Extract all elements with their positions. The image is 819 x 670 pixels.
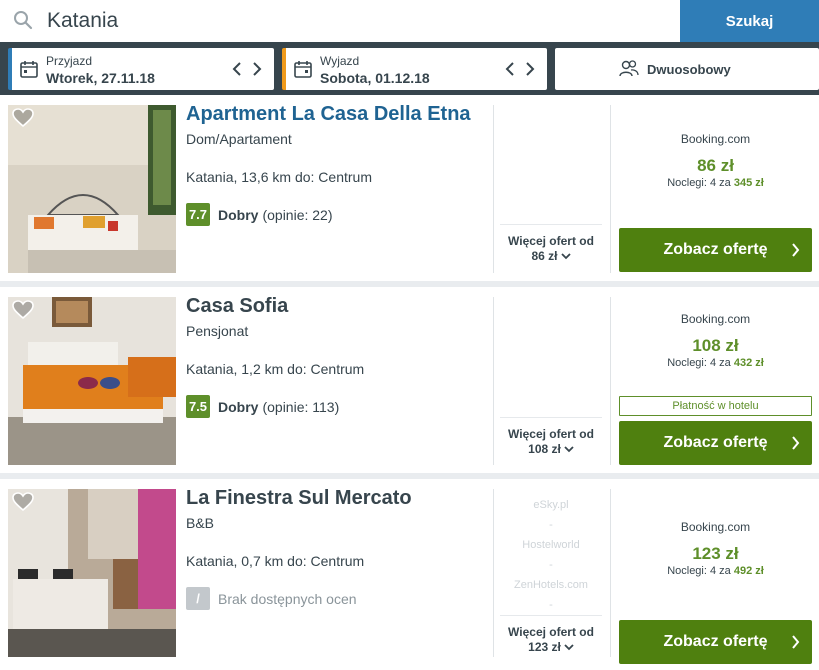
more-offers-price: 123 zł <box>528 640 561 654</box>
nights-total: Noclegi: 4 za 492 zł <box>619 565 812 577</box>
guests-value: Dwuosobowy <box>647 62 731 77</box>
rating-row[interactable]: 7.5 Dobry (opinie: 113) <box>186 395 339 418</box>
more-offers-label: Więcej ofert od <box>508 427 594 441</box>
result-card: La Finestra Sul Mercato B&B Katania, 0,7… <box>0 479 819 670</box>
favorite-heart-icon[interactable] <box>12 300 34 320</box>
more-offers-button[interactable]: Więcej ofert od 108 zł <box>500 417 602 457</box>
hotel-location[interactable]: Katania, 13,6 km do: Centrum <box>186 169 372 185</box>
rating-score-badge: 7.5 <box>186 395 210 418</box>
other-provider[interactable]: eSky.pl <box>500 495 602 515</box>
guests-field[interactable]: Dwuosobowy <box>555 48 819 90</box>
provider-name: Booking.com <box>680 312 751 326</box>
next-date-chevron-icon[interactable] <box>523 61 537 77</box>
checkout-value: Sobota, 01.12.18 <box>320 70 430 86</box>
rating-count: (opinie: 22) <box>262 206 333 223</box>
calendar-icon <box>20 60 38 78</box>
result-card: Casa Sofia Pensjonat Katania, 1,2 km do:… <box>0 287 819 473</box>
divider <box>610 489 611 657</box>
nights-total-price: 432 zł <box>733 357 764 369</box>
chevron-down-icon <box>564 446 574 453</box>
nights-prefix: Noclegi: 4 za <box>667 177 731 189</box>
date-bar: Przyjazd Wtorek, 27.11.18 Wyjazd Sobota,… <box>0 42 819 95</box>
result-card: Apartment La Casa Della Etna Dom/Apartam… <box>0 95 819 281</box>
checkin-label: Przyjazd <box>46 54 93 68</box>
rating-row[interactable]: 7.7 Dobry (opinie: 22) <box>186 203 333 226</box>
view-deal-label: Zobacz ofertę <box>663 241 768 258</box>
hotel-location[interactable]: Katania, 1,2 km do: Centrum <box>186 361 364 377</box>
hotel-type: B&B <box>186 515 215 531</box>
other-provider[interactable]: Hostelworld <box>500 535 602 555</box>
other-provider[interactable]: ZenHotels.com <box>500 575 602 595</box>
calendar-icon <box>294 60 312 78</box>
hotel-photo[interactable] <box>8 297 176 465</box>
prev-date-chevron-icon[interactable] <box>230 61 244 77</box>
search-button[interactable]: Szukaj <box>680 0 819 42</box>
pay-at-hotel-badge: Płatność w hotelu <box>619 396 812 416</box>
next-date-chevron-icon[interactable] <box>250 61 264 77</box>
rating-label: Dobry <box>218 206 259 223</box>
nights-total: Noclegi: 4 za 345 zł <box>619 177 812 189</box>
provider-name: Booking.com <box>680 132 751 146</box>
more-offers-label: Więcej ofert od <box>508 625 594 639</box>
other-provider-separator: - <box>549 599 553 611</box>
divider <box>493 105 494 273</box>
divider <box>493 297 494 465</box>
chevron-down-icon <box>560 253 571 260</box>
more-offers-price: 108 zł <box>528 442 561 456</box>
users-icon <box>619 59 639 80</box>
chevron-right-icon <box>791 436 800 450</box>
view-deal-label: Zobacz ofertę <box>663 633 768 650</box>
deal-price[interactable]: 108 zł <box>619 336 812 356</box>
nights-total-price: 492 zł <box>733 565 764 577</box>
more-offers-price: 86 zł <box>531 249 558 263</box>
view-deal-button[interactable]: Zobacz ofertę <box>619 228 812 272</box>
view-deal-button[interactable]: Zobacz ofertę <box>619 421 812 465</box>
divider <box>610 297 611 465</box>
hotel-type: Dom/Apartament <box>186 131 292 147</box>
nights-prefix: Noclegi: 4 za <box>667 565 731 577</box>
more-offers-button[interactable]: Więcej ofert od 86 zł <box>500 224 602 264</box>
divider <box>493 489 494 657</box>
nights-prefix: Noclegi: 4 za <box>667 357 731 369</box>
rating-label: Dobry <box>218 398 259 415</box>
view-deal-label: Zobacz ofertę <box>663 434 768 451</box>
chevron-right-icon <box>791 243 800 257</box>
more-offers-label: Więcej ofert od <box>508 234 594 248</box>
nights-total: Noclegi: 4 za 432 zł <box>619 357 812 369</box>
more-offers-button[interactable]: Więcej ofert od 123 zł <box>500 615 602 655</box>
chevron-down-icon <box>564 644 574 651</box>
checkout-field[interactable]: Wyjazd Sobota, 01.12.18 <box>282 48 547 90</box>
checkout-label: Wyjazd <box>320 54 360 68</box>
other-provider-separator: - <box>549 519 553 531</box>
favorite-heart-icon[interactable] <box>12 108 34 128</box>
hotel-photo[interactable] <box>8 489 176 657</box>
other-providers-list: eSky.pl - Hostelworld - ZenHotels.com - <box>500 495 602 615</box>
rating-count: (opinie: 113) <box>262 398 340 415</box>
deal-price[interactable]: 86 zł <box>619 156 812 176</box>
nights-total-price: 345 zł <box>733 177 764 189</box>
search-input[interactable]: Katania <box>47 8 118 34</box>
checkin-value: Wtorek, 27.11.18 <box>46 70 155 86</box>
rating-score-badge: / <box>186 587 210 610</box>
search-icon <box>12 9 34 31</box>
rating-row: / Brak dostępnych ocen <box>186 587 357 610</box>
hotel-type: Pensjonat <box>186 323 249 339</box>
chevron-right-icon <box>791 635 800 649</box>
checkin-field[interactable]: Przyjazd Wtorek, 27.11.18 <box>8 48 274 90</box>
rating-score-badge: 7.7 <box>186 203 210 226</box>
favorite-heart-icon[interactable] <box>12 492 34 512</box>
search-bar: Katania Szukaj <box>0 0 819 42</box>
hotel-name[interactable]: Apartment La Casa Della Etna <box>186 103 471 126</box>
deal-price[interactable]: 123 zł <box>619 544 812 564</box>
other-provider-separator: - <box>549 559 553 571</box>
no-rating-label: Brak dostępnych ocen <box>218 590 357 607</box>
hotel-name[interactable]: La Finestra Sul Mercato <box>186 487 412 510</box>
view-deal-button[interactable]: Zobacz ofertę <box>619 620 812 664</box>
hotel-location[interactable]: Katania, 0,7 km do: Centrum <box>186 553 364 569</box>
provider-name: Booking.com <box>680 520 751 534</box>
prev-date-chevron-icon[interactable] <box>503 61 517 77</box>
hotel-name[interactable]: Casa Sofia <box>186 295 288 318</box>
divider <box>610 105 611 273</box>
hotel-photo[interactable] <box>8 105 176 273</box>
